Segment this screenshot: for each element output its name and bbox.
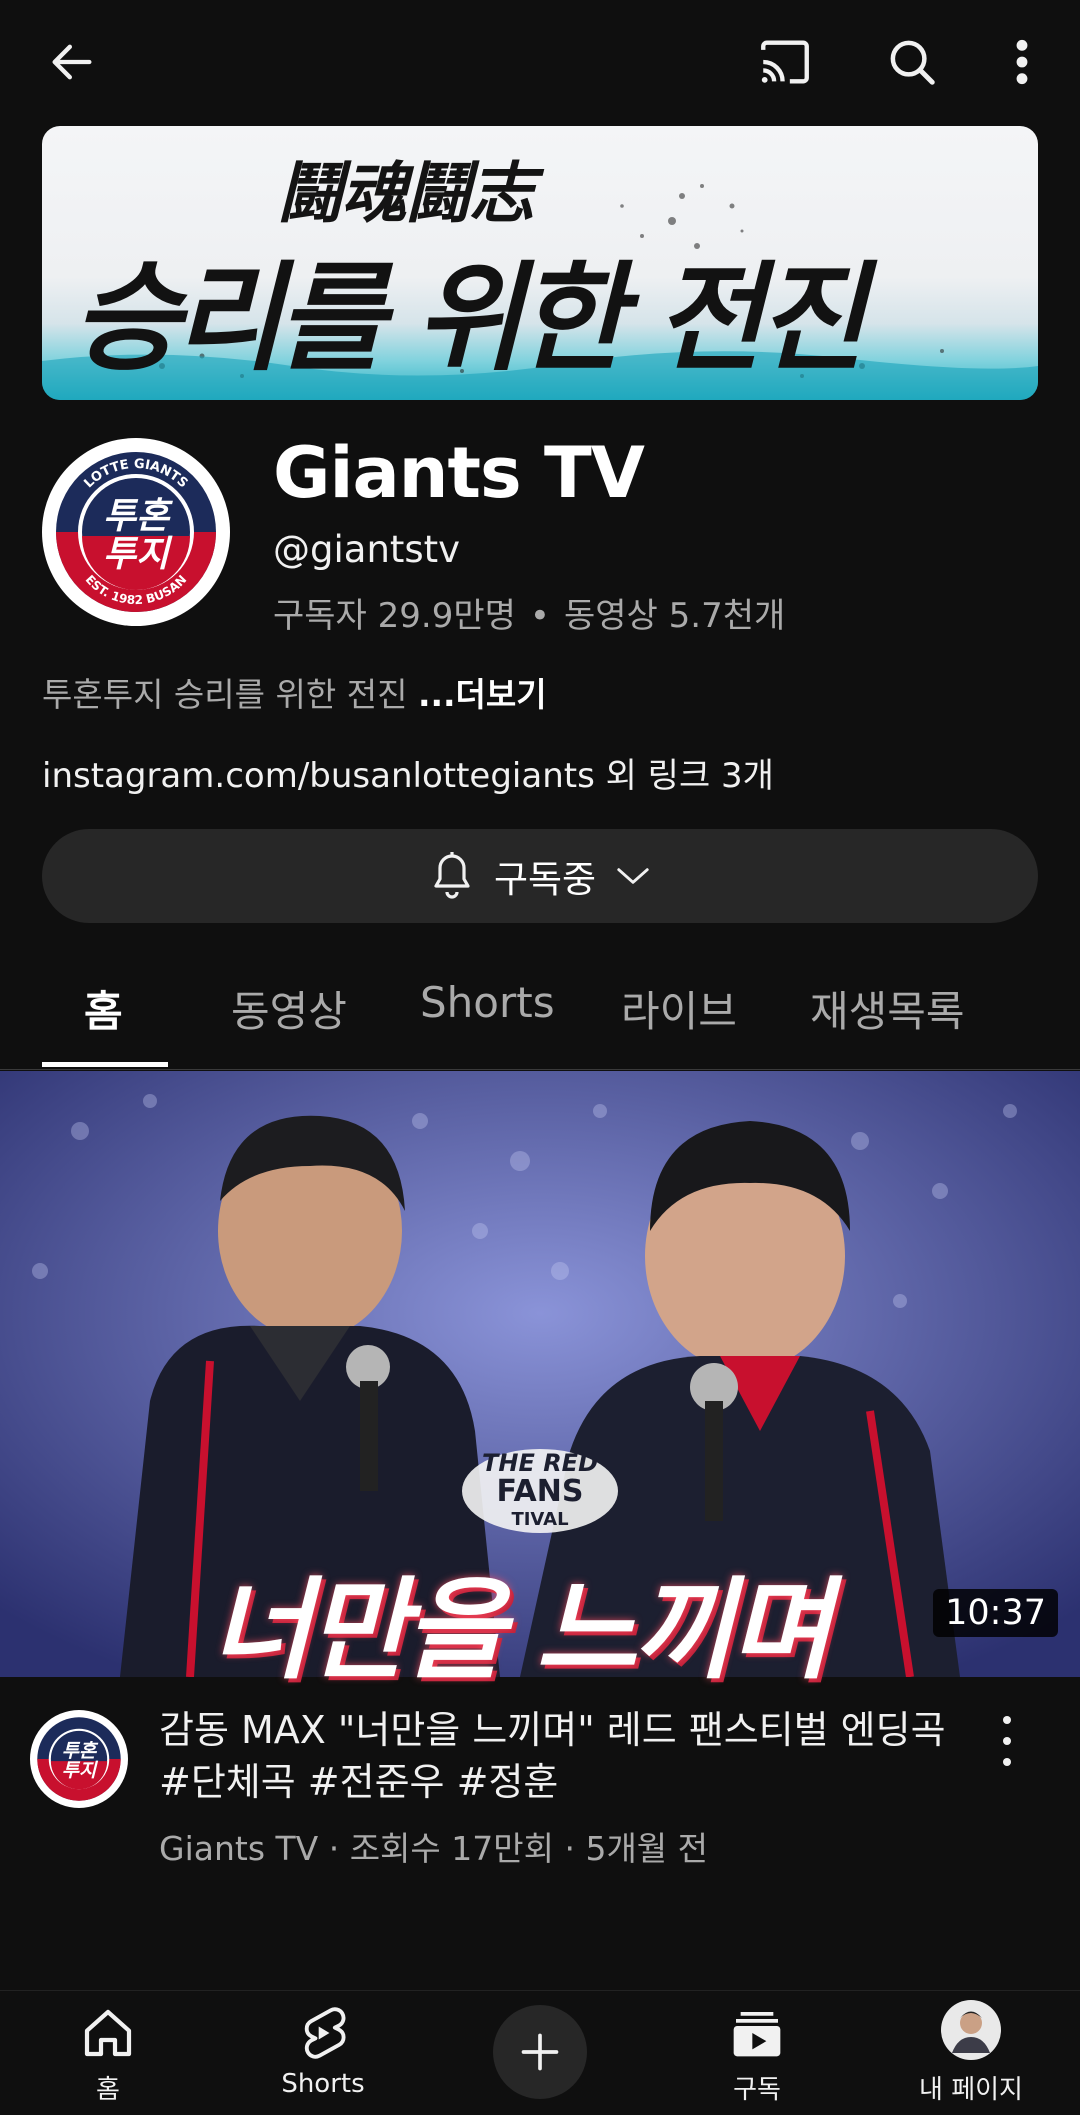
small-avatar-line2: 투지	[62, 1761, 99, 1782]
nav-shorts-label: Shorts	[281, 2069, 365, 2099]
nav-you-label: 내 페이지	[919, 2075, 1023, 2105]
channel-avatar[interactable]: LOTTE GIANTS EST. 1982 BUSAN 투혼 투지	[42, 438, 230, 626]
search-icon[interactable]	[880, 30, 944, 94]
channel-links[interactable]: instagram.com/busanlottegiants 외 링크 3개	[42, 748, 774, 797]
banner-slogan: 승리를 위한 전진	[72, 249, 866, 387]
more-vertical-icon[interactable]	[990, 30, 1054, 94]
active-tab-indicator	[42, 1062, 168, 1067]
video-duration-badge: 10:37	[933, 1589, 1058, 1637]
nav-subscriptions-label: 구독	[733, 2075, 781, 2105]
subscribed-button[interactable]: 구독중	[42, 829, 1038, 923]
shorts-icon	[297, 1991, 349, 2061]
create-button[interactable]	[493, 2005, 587, 2099]
video-channel-avatar[interactable]: 투혼 투지	[30, 1710, 128, 1808]
nav-home[interactable]: 홈	[23, 1991, 193, 2115]
channel-banner: 鬪魂鬪志 승리를 위한 전진	[42, 126, 1038, 400]
subscribed-label: 구독중	[493, 858, 597, 901]
channel-handle: @giantstv	[273, 528, 461, 571]
nav-subscriptions[interactable]: 구독	[672, 1991, 842, 2115]
video-meta: Giants TV · 조회수 17만회 · 5개월 전	[159, 1829, 709, 1868]
nav-shorts[interactable]: Shorts	[238, 1991, 408, 2115]
nav-home-label: 홈	[96, 2075, 120, 2105]
thumbnail-logo-line1: THE RED	[482, 1449, 598, 1477]
channel-description[interactable]: 투혼투지 승리를 위한 전진 ...더보기	[42, 668, 547, 716]
top-app-bar	[0, 0, 1080, 126]
tab-videos[interactable]: 동영상	[231, 978, 347, 1039]
chevron-down-icon	[617, 868, 649, 884]
nav-you[interactable]: 내 페이지	[886, 1991, 1056, 2115]
thumbnail-caption: 너만을 느끼며	[210, 1566, 831, 1694]
channel-name: Giants TV	[273, 432, 645, 514]
more-link[interactable]: ...더보기	[418, 675, 547, 714]
tab-playlists[interactable]: 재생목록	[810, 978, 965, 1039]
profile-avatar	[940, 1991, 1002, 2061]
description-text: 투혼투지 승리를 위한 전진	[42, 675, 408, 714]
channel-stats: 구독자 29.9만명 • 동영상 5.7천개	[273, 588, 785, 637]
home-icon	[80, 1991, 136, 2061]
avatar-line1: 투혼	[103, 496, 173, 537]
back-arrow-icon[interactable]	[40, 30, 104, 94]
avatar-line2: 투지	[103, 534, 173, 575]
video-more-icon[interactable]	[990, 1716, 1024, 1766]
cast-icon[interactable]	[753, 30, 817, 94]
small-avatar-line1: 투혼	[62, 1740, 99, 1762]
thumbnail-logo-line2: FANS	[497, 1474, 584, 1509]
tab-home[interactable]: 홈	[84, 978, 123, 1039]
plus-icon	[521, 2033, 559, 2071]
video-count: 동영상 5.7천개	[563, 596, 786, 636]
subscriptions-icon	[729, 1991, 785, 2061]
bell-icon	[434, 852, 470, 899]
subscriber-count: 구독자 29.9만명	[273, 596, 516, 636]
stats-separator: •	[529, 596, 550, 636]
tab-live[interactable]: 라이브	[621, 978, 737, 1039]
video-title[interactable]: 감동 MAX "너만을 느끼며" 레드 팬스티벌 엔딩곡 #단체곡 #전준우 #…	[159, 1704, 959, 1808]
thumbnail-logo-line3: TIVAL	[511, 1509, 568, 1530]
channel-tabs: 홈 동영상 Shorts 라이브 재생목록	[0, 950, 1080, 1070]
tab-shorts[interactable]: Shorts	[420, 978, 555, 1027]
